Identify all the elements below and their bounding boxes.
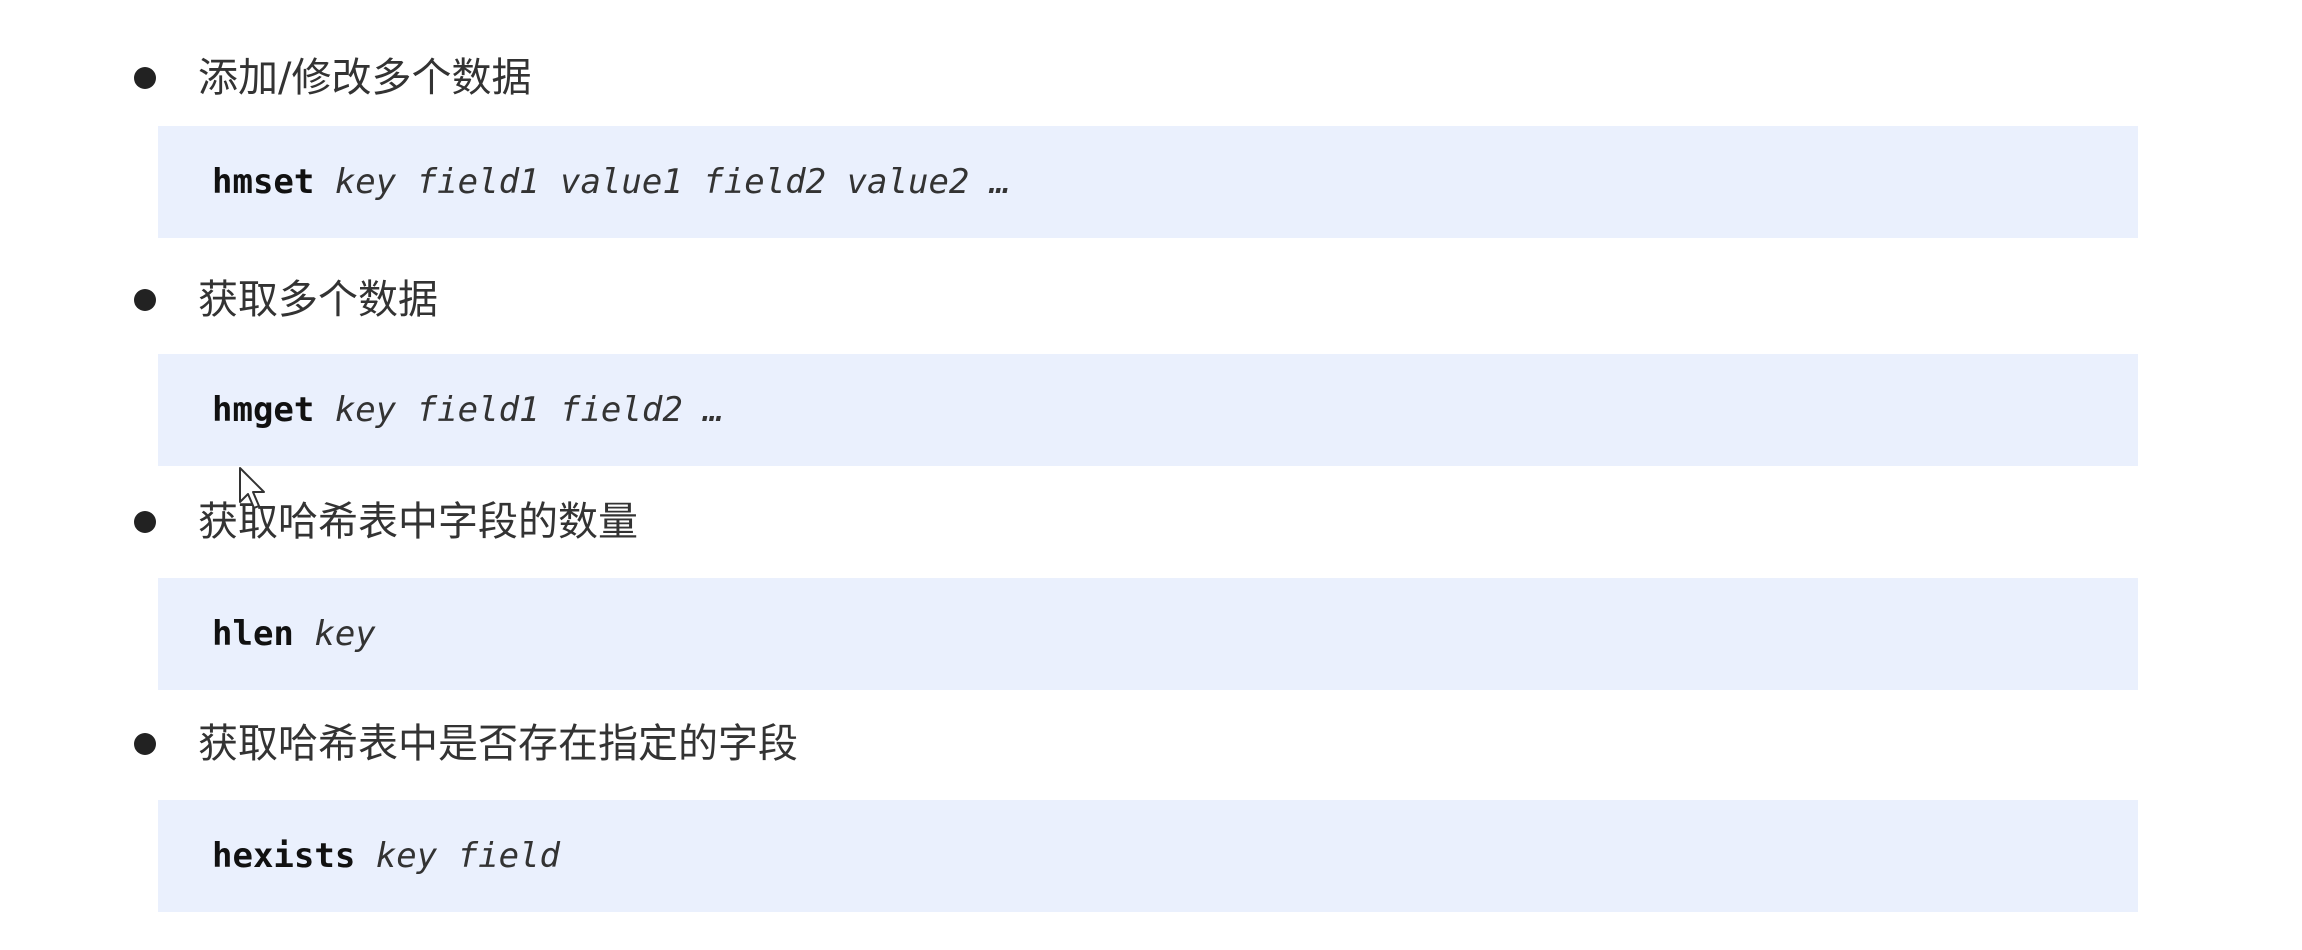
code-block: hexists key field bbox=[158, 800, 2138, 912]
command-keyword: hmset bbox=[212, 162, 315, 202]
command-args: key field1 field2 … bbox=[314, 390, 724, 430]
command-args: key field1 value1 field2 value2 … bbox=[314, 162, 1011, 202]
list-item: 添加/修改多个数据 bbox=[0, 48, 2302, 108]
code-line: hmget key field1 field2 … bbox=[212, 354, 724, 466]
bullet-icon bbox=[134, 511, 156, 533]
bullet-icon bbox=[134, 733, 156, 755]
item-label: 添加/修改多个数据 bbox=[198, 55, 532, 101]
command-keyword: hexists bbox=[212, 836, 356, 876]
code-line: hlen key bbox=[212, 578, 376, 690]
command-keyword: hlen bbox=[212, 614, 294, 654]
code-line: hmset key field1 value1 field2 value2 … bbox=[212, 126, 1010, 238]
command-args: key field bbox=[355, 836, 560, 876]
list-item: 获取哈希表中是否存在指定的字段 bbox=[0, 714, 2302, 774]
bullet-icon bbox=[134, 289, 156, 311]
command-keyword: hmget bbox=[212, 390, 315, 430]
code-block: hlen key bbox=[158, 578, 2138, 690]
item-label: 获取多个数据 bbox=[198, 277, 438, 323]
code-line: hexists key field bbox=[212, 800, 560, 912]
code-block: hmset key field1 value1 field2 value2 … bbox=[158, 126, 2138, 238]
command-args: key bbox=[293, 614, 376, 654]
list-item: 获取哈希表中字段的数量 bbox=[0, 492, 2302, 552]
item-label: 获取哈希表中是否存在指定的字段 bbox=[198, 721, 798, 767]
list-item: 获取多个数据 bbox=[0, 270, 2302, 330]
bullet-icon bbox=[134, 67, 156, 89]
mouse-pointer-icon bbox=[239, 467, 265, 509]
code-block: hmget key field1 field2 … bbox=[158, 354, 2138, 466]
